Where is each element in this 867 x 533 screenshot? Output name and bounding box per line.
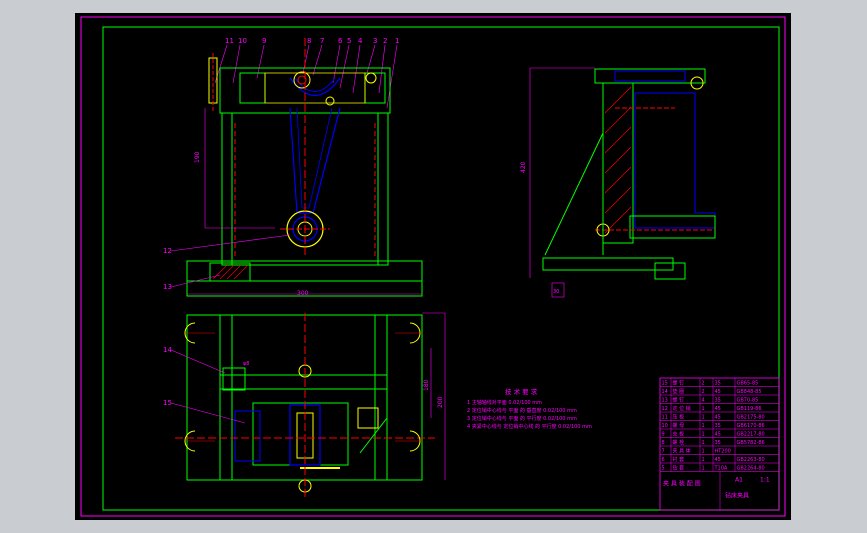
title-block-cell-std: GB2264-80	[737, 466, 765, 472]
title-block-cell-qty: 2	[702, 381, 705, 387]
title-block-cell-mat: 45	[715, 406, 721, 412]
title-block-cell-name: 螺 母	[673, 422, 685, 429]
title-block-cell-mat: 45	[715, 389, 721, 395]
title-block-cell-name: 螺 栓	[673, 439, 685, 446]
title-block-cell-no: 11	[662, 415, 668, 421]
title-block-cell-name: 支 板	[673, 431, 685, 438]
title-block-cell-qty: 1	[702, 423, 705, 429]
title-block-cell-std: GB6170-86	[737, 423, 765, 429]
title-block-cell-no: 14	[662, 389, 668, 395]
title-block-scale: 1:1	[760, 477, 770, 484]
tech-title: 技 术 要 求	[505, 387, 538, 396]
title-block-cell-qty: 1	[702, 432, 705, 438]
balloon-12: 12	[163, 247, 172, 255]
title-block-cell-mat: 35	[715, 423, 721, 429]
title-block-cell-std: GB70-85	[737, 398, 759, 404]
cad-drawing: 11 10 9 8 7 6 5 4 3 2 1 190 300 12 13 42…	[80, 16, 786, 517]
balloon-11: 11	[225, 37, 234, 45]
title-block-cell-no: 13	[662, 398, 668, 404]
title-block-cell-no: 10	[662, 423, 668, 429]
title-block-cell-no: 6	[662, 457, 665, 463]
title-block-cell-mat: HT200	[715, 449, 731, 455]
title-block-cell-no: 8	[662, 440, 665, 446]
title-block-cell-name: 螺 钉	[673, 380, 685, 387]
svg-text:φ8: φ8	[243, 361, 249, 367]
title-block-cell-qty: 4	[702, 398, 705, 404]
title-block-cell-mat: 45	[715, 432, 721, 438]
title-block-cell-std: GB2263-80	[737, 457, 765, 463]
balloon-10: 10	[238, 37, 247, 45]
title-block-cell-std: GB119-86	[737, 406, 762, 412]
balloon-6: 6	[338, 37, 343, 45]
title-block-cell-name: 垫 圈	[673, 388, 685, 395]
dim-top-width: 180	[423, 379, 430, 391]
tech-item-4: 4 夹紧中心线与 定位销中心线 的 平行度 0.02/100 mm	[467, 423, 592, 430]
title-block-cell-no: 9	[662, 432, 665, 438]
title-block-cell-name: 衬 套	[673, 456, 685, 463]
title-block-cell-mat: 35	[715, 398, 721, 404]
front-view: 11 10 9 8 7 6 5 4 3 2 1 190 300 12 13	[163, 37, 423, 297]
tech-item-1: 1 主轴轴线对平面 0.02/100 mm	[467, 399, 542, 406]
title-block-cell-mat: 45	[715, 415, 721, 421]
balloon-15: 15	[163, 399, 172, 407]
title-block-cell-qty: 1	[702, 440, 705, 446]
dim-front-height: 190	[194, 151, 201, 163]
title-block-cell-no: 5	[662, 466, 665, 472]
cad-drawing-area[interactable]: 11 10 9 8 7 6 5 4 3 2 1 190 300 12 13 42…	[75, 13, 791, 520]
tech-requirements: 技 术 要 求 1 主轴轴线对平面 0.02/100 mm 2 定位销中心线与 …	[467, 387, 592, 430]
title-block-sheet: A1	[735, 477, 743, 484]
title-block-cell-qty: 1	[702, 415, 705, 421]
dim-front-width: 300	[297, 290, 309, 297]
top-view: φ8 180 200 14 15	[163, 312, 446, 498]
balloon-9: 9	[262, 37, 266, 45]
title-block-cell-name: 螺 钉	[673, 397, 685, 404]
title-block-cell-qty: 1	[702, 466, 705, 472]
dim-top-height: 200	[437, 396, 444, 408]
balloon-7: 7	[320, 37, 324, 45]
tech-item-2: 2 定位销中心线与 平面 的 垂直度 0.02/100 mm	[467, 407, 577, 414]
title-block-cell-no: 15	[662, 381, 668, 387]
title-block-cell-name: 钻 套	[673, 465, 685, 472]
title-block-cell-mat: 35	[715, 381, 721, 387]
title-block-cell-mat: 45	[715, 457, 721, 463]
title-block: 15 螺 钉 2 35 GB65-8514 垫 圈 2 45 GB848-8513 螺 钉 4 35 G…	[659, 377, 780, 511]
dim-side-height: 420	[520, 161, 527, 173]
title-block-cell-mat: 35	[715, 440, 721, 446]
title-block-cell-name: 压 板	[673, 414, 685, 421]
tech-item-3: 3 定位销中心线与 平面 的 平行度 0.02/100 mm	[467, 415, 577, 422]
balloon-3: 3	[373, 37, 377, 45]
title-block-cell-name: 夹 具 体	[673, 448, 691, 455]
balloon-5: 5	[347, 37, 351, 45]
title-block-cell-no: 7	[662, 449, 665, 455]
title-block-cell-qty: 1	[702, 457, 705, 463]
balloon-2: 2	[383, 37, 387, 45]
title-block-cell-mat: T10A	[714, 466, 728, 472]
title-block-cell-qty: 1	[702, 449, 705, 455]
dim-side-small: 30	[553, 289, 559, 295]
title-block-title: 钻床夹具	[725, 492, 749, 500]
title-block-cell-name: 定 位 销	[673, 405, 691, 412]
balloon-8: 8	[307, 37, 311, 45]
title-block-company: 夹 具 装 配 图	[663, 480, 701, 488]
title-block-cell-no: 12	[662, 406, 668, 412]
title-block-cell-std: GB5782-86	[737, 440, 765, 446]
balloon-1: 1	[395, 37, 399, 45]
title-block-cell-qty: 2	[702, 389, 705, 395]
balloon-4: 4	[358, 37, 363, 45]
balloon-13: 13	[163, 283, 172, 291]
title-block-cell-std: GB65-85	[737, 381, 759, 387]
title-block-cell-std: GB848-85	[737, 389, 762, 395]
title-block-cell-std: GB2175-80	[737, 415, 765, 421]
title-block-cell-qty: 1	[702, 406, 705, 412]
side-view: 420 30	[520, 67, 716, 298]
title-block-cell-std: GB2217-80	[737, 432, 765, 438]
